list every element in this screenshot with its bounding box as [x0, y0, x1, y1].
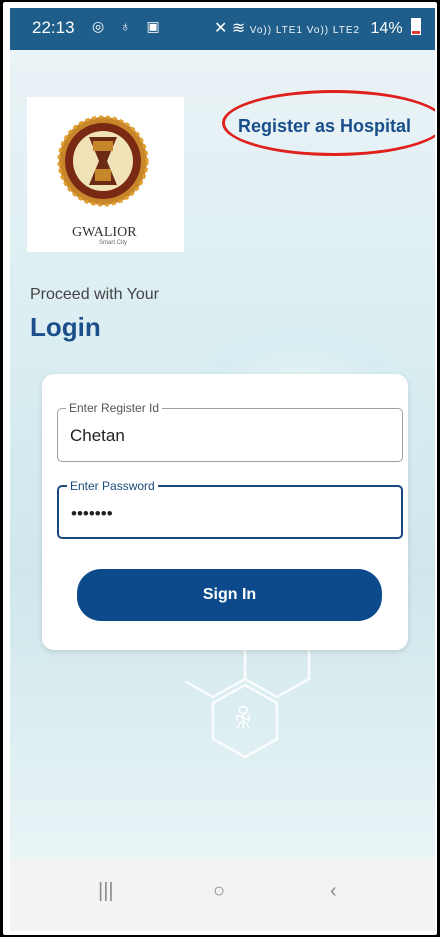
login-subtitle: Proceed with Your — [30, 286, 159, 303]
back-button[interactable]: ‹ — [330, 880, 337, 903]
status-bar: 22:13 ◎ ♁ ▣ ✕ ≋ Vo)) LTE1 Vo)) LTE2 14% — [10, 8, 435, 50]
logo-text: GWALIOR — [72, 225, 137, 240]
battery-icon — [411, 18, 421, 35]
password-value: ••••••• — [71, 504, 113, 523]
password-field[interactable]: Enter Password ••••••• — [57, 479, 403, 539]
mute-icon: ✕ — [214, 20, 228, 37]
gwalior-smart-city-logo: GWALIOR Smart City — [27, 97, 184, 252]
status-right: ✕ ≋ Vo)) LTE1 Vo)) LTE2 14% — [214, 18, 421, 38]
password-label: Enter Password — [67, 479, 158, 493]
phone-screen: 22:13 ◎ ♁ ▣ ✕ ≋ Vo)) LTE1 Vo)) LTE2 14% … — [3, 2, 437, 935]
login-card: Enter Register Id Chetan Enter Password … — [42, 374, 408, 650]
recent-apps-button[interactable]: ||| — [98, 880, 114, 903]
status-time: 22:13 — [32, 18, 75, 37]
login-title: Login — [30, 312, 101, 342]
battery-level: 14% — [370, 20, 403, 37]
register-id-value: Chetan — [70, 426, 125, 445]
home-button[interactable]: ○ — [213, 880, 225, 903]
svg-text:ꆜ: ꆜ — [233, 705, 253, 736]
emblem-icon — [57, 115, 149, 207]
register-as-hospital-link[interactable]: Register as Hospital — [238, 116, 411, 137]
logo-subtext: Smart City — [99, 240, 128, 246]
register-id-field[interactable]: Enter Register Id Chetan — [57, 401, 403, 462]
login-screen: GWALIOR Smart City Register as Hospital … — [10, 50, 435, 858]
wifi-icon: ≋ — [231, 20, 246, 37]
notification-icons: ◎ ♁ ▣ — [92, 18, 166, 34]
system-nav-bar: ||| ○ ‹ — [10, 858, 435, 931]
network-signal: Vo)) LTE1 Vo)) LTE2 — [249, 25, 361, 36]
register-id-label: Enter Register Id — [66, 401, 163, 415]
sign-in-button[interactable]: Sign In — [77, 569, 382, 621]
